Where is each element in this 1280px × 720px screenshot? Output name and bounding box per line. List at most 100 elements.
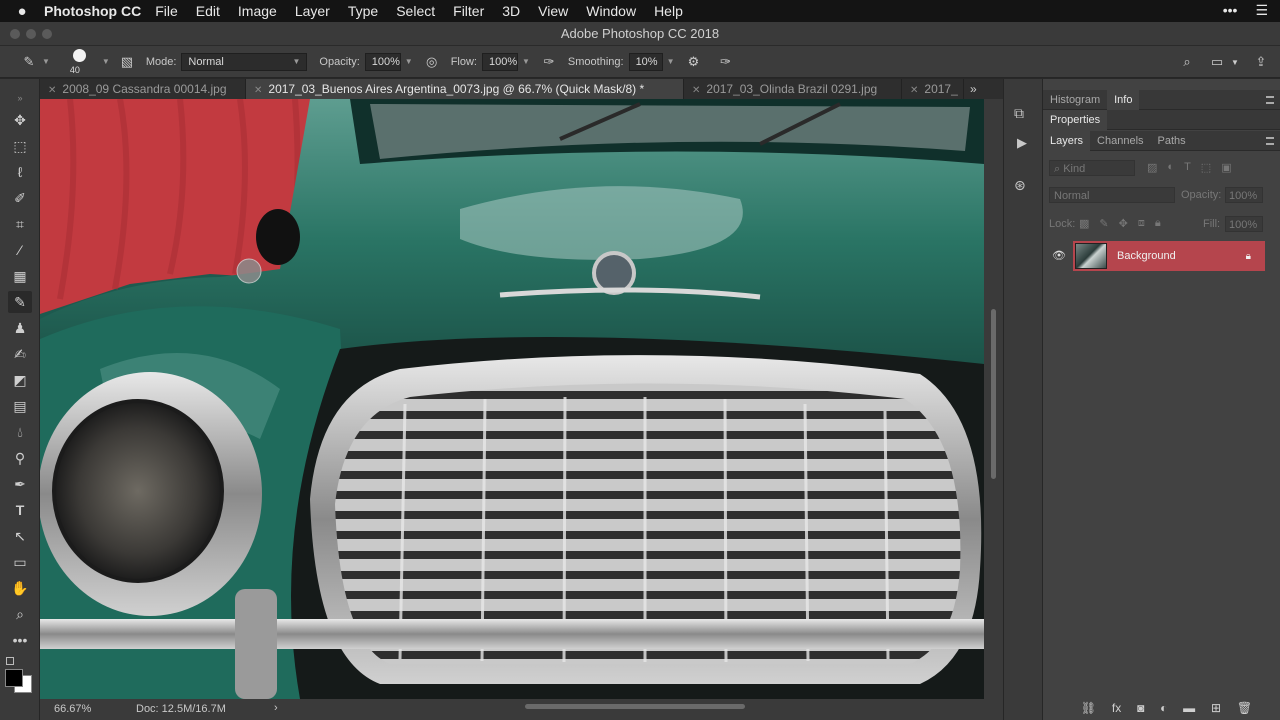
tab-info[interactable]: Info <box>1107 89 1140 110</box>
more-tabs-icon[interactable]: » <box>964 79 988 99</box>
vertical-scrollbar[interactable] <box>984 99 1003 699</box>
filter-type-icon[interactable]: T <box>1184 161 1191 174</box>
history-icon[interactable]: ⧉ <box>1014 105 1024 122</box>
clone-stamp-tool-icon[interactable]: ♟ <box>8 317 32 339</box>
default-colors-icon[interactable] <box>6 657 14 665</box>
chevron-down-icon[interactable]: ▼ <box>42 57 50 66</box>
brush-preset-picker[interactable]: 40 <box>64 47 98 77</box>
chevron-down-icon[interactable]: ▼ <box>405 57 413 66</box>
fill-input[interactable]: 100% <box>1225 216 1263 232</box>
tab-olinda[interactable]: ✕ 2017_03_Olinda Brazil 0291.jpg <box>684 79 902 99</box>
quick-selection-tool-icon[interactable]: ✐ <box>8 187 32 209</box>
search-icon[interactable]: ⌕ <box>1178 53 1196 71</box>
flow-input[interactable]: 100% <box>481 52 518 71</box>
tab-properties[interactable]: Properties <box>1043 109 1108 130</box>
link-layers-icon[interactable]: ⛓ <box>1081 701 1096 715</box>
menu-type[interactable]: Type <box>348 3 378 19</box>
lock-all-icon[interactable]: 🔒︎ <box>1155 217 1161 230</box>
trash-icon[interactable]: 🗑︎ <box>1237 701 1252 715</box>
panel-menu-icon[interactable] <box>1266 137 1274 145</box>
new-adjustment-icon[interactable]: ◐ <box>1160 701 1167 715</box>
menu-3d[interactable]: 3D <box>502 3 520 19</box>
horizontal-scroll-thumb[interactable] <box>525 704 745 709</box>
lock-artboard-icon[interactable]: ⧈ <box>1138 217 1145 230</box>
brush-tool-icon[interactable]: ✎ <box>8 291 32 313</box>
lasso-tool-icon[interactable]: ℓ <box>8 161 32 183</box>
panel-menu-icon[interactable] <box>1266 96 1274 104</box>
close-icon[interactable]: ✕ <box>910 85 918 96</box>
menu-help[interactable]: Help <box>654 3 683 19</box>
new-group-icon[interactable]: ▬ <box>1183 701 1195 715</box>
tab-cassandra[interactable]: ✕ 2008_09 Cassandra 00014.jpg <box>40 79 246 99</box>
healing-brush-tool-icon[interactable]: ▦ <box>8 265 32 287</box>
foreground-color-swatch[interactable] <box>5 669 23 687</box>
tab-overflow-doc[interactable]: ✕ 2017_ <box>902 79 964 99</box>
eraser-tool-icon[interactable]: ◩ <box>8 369 32 391</box>
blur-tool-icon[interactable]: 💧︎ <box>8 421 32 443</box>
crop-tool-icon[interactable]: ⌗ <box>8 213 32 235</box>
lock-transparent-icon[interactable]: ▩ <box>1079 217 1089 230</box>
more-icon[interactable]: ••• <box>1223 2 1238 19</box>
chevron-down-icon[interactable]: ▼ <box>1226 53 1244 71</box>
menu-image[interactable]: Image <box>238 3 277 19</box>
fx-icon[interactable]: fx <box>1112 701 1121 715</box>
chevron-right-icon[interactable]: › <box>274 702 278 714</box>
adjustments-icon[interactable]: ⊛ <box>1014 177 1026 194</box>
smoothing-input[interactable]: 10% <box>628 52 663 71</box>
filter-adjustment-icon[interactable]: ◐ <box>1167 161 1174 174</box>
lock-pixels-icon[interactable]: ✎ <box>1099 217 1108 230</box>
menu-edit[interactable]: Edit <box>196 3 220 19</box>
close-icon[interactable]: ✕ <box>254 85 262 96</box>
tab-paths[interactable]: Paths <box>1151 131 1193 151</box>
chevron-down-icon[interactable]: ▼ <box>102 57 110 66</box>
share-icon[interactable]: ⇪ <box>1252 53 1270 71</box>
add-mask-icon[interactable]: ◙ <box>1137 701 1144 715</box>
menu-view[interactable]: View <box>538 3 568 19</box>
menu-window[interactable]: Window <box>586 3 636 19</box>
eye-visibility-icon[interactable]: 👁︎ <box>1052 249 1066 262</box>
document-canvas[interactable] <box>40 99 984 699</box>
app-name[interactable]: Photoshop CC <box>44 3 141 19</box>
airbrush-icon[interactable]: ✑ <box>540 53 558 71</box>
menu-filter[interactable]: Filter <box>453 3 484 19</box>
marquee-tool-icon[interactable]: ⬚ <box>8 135 32 157</box>
filter-shape-icon[interactable]: ⬚ <box>1201 161 1211 174</box>
actions-play-icon[interactable]: ▶ <box>1017 135 1027 151</box>
chevron-down-icon[interactable]: ▼ <box>667 57 675 66</box>
lock-position-icon[interactable]: ✥ <box>1119 217 1128 230</box>
zoom-tool-icon[interactable]: ⌕ <box>8 603 32 625</box>
layer-row-background[interactable]: Background 🔒︎ <box>1073 241 1265 271</box>
rectangle-tool-icon[interactable]: ▭ <box>8 551 32 573</box>
history-brush-tool-icon[interactable]: ✍ <box>8 343 32 365</box>
hand-tool-icon[interactable]: ✋ <box>8 577 32 599</box>
edit-toolbar-icon[interactable]: ••• <box>8 629 32 651</box>
menu-file[interactable]: File <box>155 3 178 19</box>
blend-mode-select[interactable]: Normal <box>1049 187 1175 203</box>
menu-list-icon[interactable]: ☰ <box>1255 2 1268 19</box>
filter-kind-select[interactable]: ⌕ Kind <box>1049 160 1135 176</box>
tab-channels[interactable]: Channels <box>1090 131 1150 151</box>
gradient-tool-icon[interactable]: ▤ <box>8 395 32 417</box>
apple-icon[interactable]: ● <box>0 3 44 20</box>
chevron-down-icon[interactable]: ▼ <box>522 57 530 66</box>
tab-histogram[interactable]: Histogram <box>1043 90 1107 110</box>
layer-opacity-input[interactable]: 100% <box>1225 187 1263 203</box>
close-icon[interactable]: ✕ <box>692 85 700 96</box>
pressure-opacity-icon[interactable]: ◎ <box>423 53 441 71</box>
brush-tool-icon[interactable]: ✎ <box>20 53 38 71</box>
type-tool-icon[interactable]: T <box>8 499 32 521</box>
scroll-thumb[interactable] <box>991 309 996 479</box>
tab-buenos-aires[interactable]: ✕ 2017_03_Buenos Aires Argentina_0073.jpg… <box>246 79 684 99</box>
menu-layer[interactable]: Layer <box>295 3 330 19</box>
zoom-level[interactable]: 66.67% <box>54 703 91 715</box>
tab-layers[interactable]: Layers <box>1043 130 1091 151</box>
menu-select[interactable]: Select <box>396 3 435 19</box>
dodge-tool-icon[interactable]: ⚲ <box>8 447 32 469</box>
filter-pixel-icon[interactable]: ▨ <box>1147 161 1157 174</box>
close-icon[interactable]: ✕ <box>48 85 56 96</box>
pen-tool-icon[interactable]: ✒ <box>8 473 32 495</box>
pressure-size-icon[interactable]: ✑ <box>716 53 734 71</box>
filter-smart-object-icon[interactable]: ▣ <box>1221 161 1231 174</box>
mode-select[interactable]: Normal ▼ <box>181 52 308 71</box>
brush-settings-icon[interactable]: ▧ <box>118 53 136 71</box>
